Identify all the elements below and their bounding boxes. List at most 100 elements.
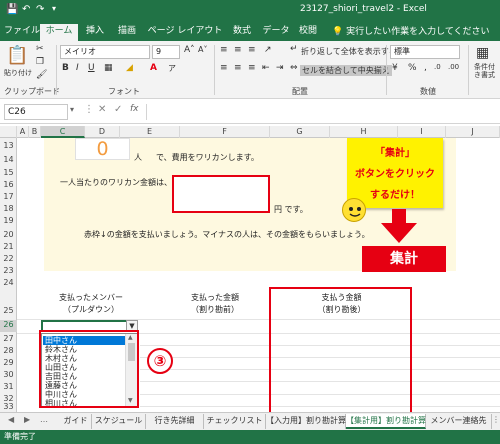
sheet-tab-contacts[interactable]: メンバー連絡先 bbox=[426, 414, 492, 429]
comma-icon[interactable]: , bbox=[424, 63, 427, 73]
align-right-icon[interactable]: ≡ bbox=[248, 63, 256, 73]
prev-sheet-icon[interactable]: ◀ bbox=[8, 415, 14, 424]
row-header[interactable]: 24 bbox=[0, 278, 17, 287]
row-header[interactable]: 20 bbox=[0, 230, 17, 239]
row-header[interactable]: 13 bbox=[0, 141, 17, 150]
bold-icon[interactable]: B bbox=[62, 63, 69, 73]
orientation-icon[interactable]: ↗ bbox=[264, 45, 272, 55]
select-all-corner[interactable] bbox=[0, 126, 17, 138]
save-icon[interactable]: 💾 bbox=[6, 4, 18, 15]
insert-function-icon[interactable]: fx bbox=[130, 104, 139, 114]
tab-review[interactable]: 校閲 bbox=[294, 24, 322, 41]
row-header[interactable]: 30 bbox=[0, 370, 17, 379]
font-name-combo[interactable]: メイリオ bbox=[60, 45, 150, 59]
paste-label[interactable]: 貼り付け bbox=[4, 68, 32, 78]
tab-home[interactable]: ホーム bbox=[40, 24, 78, 41]
merge-center-button[interactable]: セルを結合して中央揃え bbox=[300, 65, 392, 76]
column-header[interactable]: I bbox=[398, 126, 446, 138]
redo-icon[interactable]: ↷ bbox=[36, 4, 44, 15]
sheet-tab-checklist[interactable]: チェックリスト bbox=[204, 414, 266, 429]
row-header[interactable]: 26 bbox=[0, 320, 17, 332]
sheet-tab-guide[interactable]: ガイド bbox=[60, 414, 92, 429]
merge-center-icon[interactable]: ⇔ bbox=[290, 63, 298, 73]
conditional-format-label[interactable]: 条件付き書式 bbox=[474, 63, 500, 79]
row-header[interactable]: 28 bbox=[0, 346, 17, 355]
row-header[interactable]: 14 bbox=[0, 155, 17, 164]
row-header[interactable]: 16 bbox=[0, 180, 17, 189]
row-header[interactable]: 23 bbox=[0, 266, 17, 275]
percent-icon[interactable]: % bbox=[408, 63, 417, 73]
sheet-tab-destination[interactable]: 行き先詳細 bbox=[146, 414, 204, 429]
row-header[interactable]: 29 bbox=[0, 358, 17, 367]
cancel-icon[interactable]: ✕ bbox=[98, 104, 106, 115]
wrap-text-button[interactable]: 折り返して全体を表示する bbox=[301, 46, 397, 57]
customize-quick-access-icon[interactable]: ▾ bbox=[52, 4, 56, 13]
undo-icon[interactable]: ↶ bbox=[22, 4, 30, 15]
decrease-decimal-icon[interactable]: .00 bbox=[448, 63, 459, 71]
row-header[interactable]: 21 bbox=[0, 242, 17, 251]
column-header[interactable]: J bbox=[446, 126, 500, 138]
number-format-combo[interactable]: 標準 bbox=[390, 45, 460, 59]
row-header[interactable]: 17 bbox=[0, 192, 17, 201]
sheet-tab-summary-split[interactable]: 【集計用】割り勘計算 bbox=[346, 414, 426, 429]
borders-icon[interactable]: ▦ bbox=[104, 63, 113, 73]
decrease-font-icon[interactable]: A˅ bbox=[198, 45, 207, 54]
cut-icon[interactable]: ✂ bbox=[36, 44, 44, 54]
font-size-combo[interactable]: 9 bbox=[152, 45, 180, 59]
row-header[interactable]: 18 bbox=[0, 204, 17, 213]
currency-icon[interactable]: ¥ bbox=[392, 63, 398, 73]
name-box[interactable]: C26 bbox=[4, 104, 68, 120]
sheet-tab-input-split[interactable]: 【入力用】割り勘計算 bbox=[266, 414, 346, 429]
name-box-dropdown-icon[interactable]: ▾ bbox=[70, 105, 74, 114]
enter-icon[interactable]: ✓ bbox=[114, 104, 122, 115]
tell-me-box[interactable]: 💡 実行したい作業を入力してください bbox=[332, 24, 490, 37]
row-header[interactable]: 19 bbox=[0, 216, 17, 225]
per-person-amount-cell[interactable] bbox=[172, 175, 270, 213]
calculate-button[interactable]: 集計 bbox=[362, 246, 446, 272]
align-left-icon[interactable]: ≡ bbox=[220, 63, 228, 73]
conditional-format-icon[interactable]: ▦ bbox=[476, 45, 489, 61]
sheet-tab-schedule[interactable]: スケジュール bbox=[92, 414, 146, 429]
row-header[interactable]: 22 bbox=[0, 254, 17, 263]
underline-icon[interactable]: U bbox=[88, 63, 95, 73]
format-painter-icon[interactable]: 🖌 bbox=[36, 70, 47, 80]
column-header[interactable]: C bbox=[41, 126, 85, 138]
align-top-icon[interactable]: ≡ bbox=[220, 45, 228, 55]
column-header[interactable]: D bbox=[85, 126, 120, 138]
decrease-indent-icon[interactable]: ⇤ bbox=[262, 63, 270, 73]
align-middle-icon[interactable]: ≡ bbox=[234, 45, 242, 55]
tab-file[interactable]: ファイル bbox=[4, 24, 40, 41]
paste-icon[interactable]: 📋 bbox=[6, 45, 28, 66]
more-sheets-icon[interactable]: … bbox=[40, 415, 48, 424]
tab-page-layout[interactable]: ページ レイアウト bbox=[144, 24, 226, 41]
row-header[interactable]: 33 bbox=[0, 402, 17, 411]
increase-font-icon[interactable]: A˄ bbox=[184, 45, 195, 55]
tab-data[interactable]: データ bbox=[258, 24, 294, 41]
row-header[interactable]: 31 bbox=[0, 382, 17, 391]
column-header[interactable]: F bbox=[180, 126, 270, 138]
increase-decimal-icon[interactable]: .0 bbox=[434, 63, 441, 71]
row-header[interactable]: 15 bbox=[0, 168, 17, 177]
column-header[interactable]: B bbox=[29, 126, 41, 138]
increase-indent-icon[interactable]: ⇥ bbox=[276, 63, 284, 73]
new-sheet-icon[interactable]: ⋮ bbox=[492, 415, 500, 424]
row-header[interactable]: 25 bbox=[0, 306, 17, 315]
align-center-icon[interactable]: ≡ bbox=[234, 63, 242, 73]
phonetic-icon[interactable]: ア bbox=[168, 63, 176, 74]
column-header[interactable]: G bbox=[270, 126, 330, 138]
column-header[interactable]: A bbox=[17, 126, 29, 138]
row-header[interactable]: 27 bbox=[0, 334, 17, 343]
next-sheet-icon[interactable]: ▶ bbox=[24, 415, 30, 424]
font-color-icon[interactable]: A bbox=[150, 63, 157, 73]
align-bottom-icon[interactable]: ≡ bbox=[248, 45, 256, 55]
copy-icon[interactable]: ❐ bbox=[36, 57, 44, 67]
column-header[interactable]: H bbox=[330, 126, 398, 138]
tab-insert[interactable]: 挿入 bbox=[80, 24, 110, 41]
wrap-text-icon[interactable]: ↵ bbox=[290, 44, 298, 54]
people-count-cell[interactable]: 0 bbox=[75, 138, 130, 160]
column-header[interactable]: E bbox=[120, 126, 180, 138]
formula-input[interactable] bbox=[146, 104, 496, 120]
fill-color-icon[interactable]: ◢ bbox=[126, 63, 133, 73]
italic-icon[interactable]: I bbox=[76, 63, 79, 73]
tab-draw[interactable]: 描画 bbox=[112, 24, 142, 41]
